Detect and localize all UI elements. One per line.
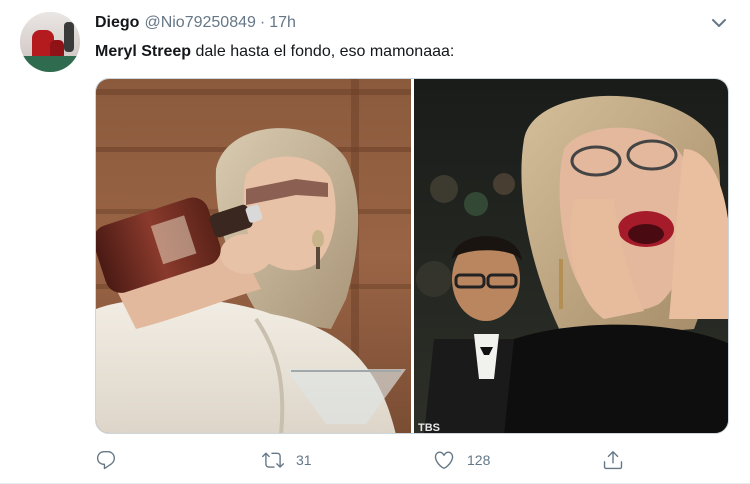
like-count: 128 bbox=[467, 452, 491, 468]
tweet-text-body: dale hasta el fondo, eso mamonaaa: bbox=[191, 43, 455, 60]
like-button[interactable]: 128 bbox=[433, 448, 490, 472]
tweet-header: Diego @Nio79250849 · 17h bbox=[95, 14, 296, 34]
share-button[interactable] bbox=[602, 448, 624, 472]
more-options-button[interactable] bbox=[708, 14, 730, 34]
user-handle[interactable]: @Nio79250849 bbox=[144, 14, 255, 32]
watermark-tbs: TBS bbox=[418, 422, 440, 434]
media-image-left[interactable] bbox=[96, 79, 411, 433]
display-name[interactable]: Diego bbox=[95, 14, 139, 32]
chevron-down-icon bbox=[712, 19, 726, 27]
separator-dot: · bbox=[259, 14, 266, 31]
media-image-right[interactable]: TBS bbox=[414, 79, 728, 434]
retweet-button[interactable]: 31 bbox=[262, 448, 312, 472]
reply-icon bbox=[96, 451, 116, 470]
heart-icon bbox=[434, 451, 454, 469]
tweet-text: Meryl Streep dale hasta el fondo, eso ma… bbox=[95, 43, 454, 61]
tweet-text-bold: Meryl Streep bbox=[95, 43, 192, 60]
avatar[interactable] bbox=[20, 12, 80, 72]
photo-drinking bbox=[96, 79, 411, 433]
retweet-count: 31 bbox=[296, 452, 312, 468]
reply-button[interactable] bbox=[95, 448, 117, 472]
retweet-icon bbox=[262, 452, 284, 468]
tweet[interactable]: Diego @Nio79250849 · 17h Meryl Streep da… bbox=[0, 0, 750, 484]
timestamp[interactable]: 17h bbox=[269, 14, 296, 32]
media-grid: TBS bbox=[95, 78, 729, 434]
photo-cheering: TBS bbox=[414, 79, 728, 434]
share-icon bbox=[603, 451, 623, 470]
